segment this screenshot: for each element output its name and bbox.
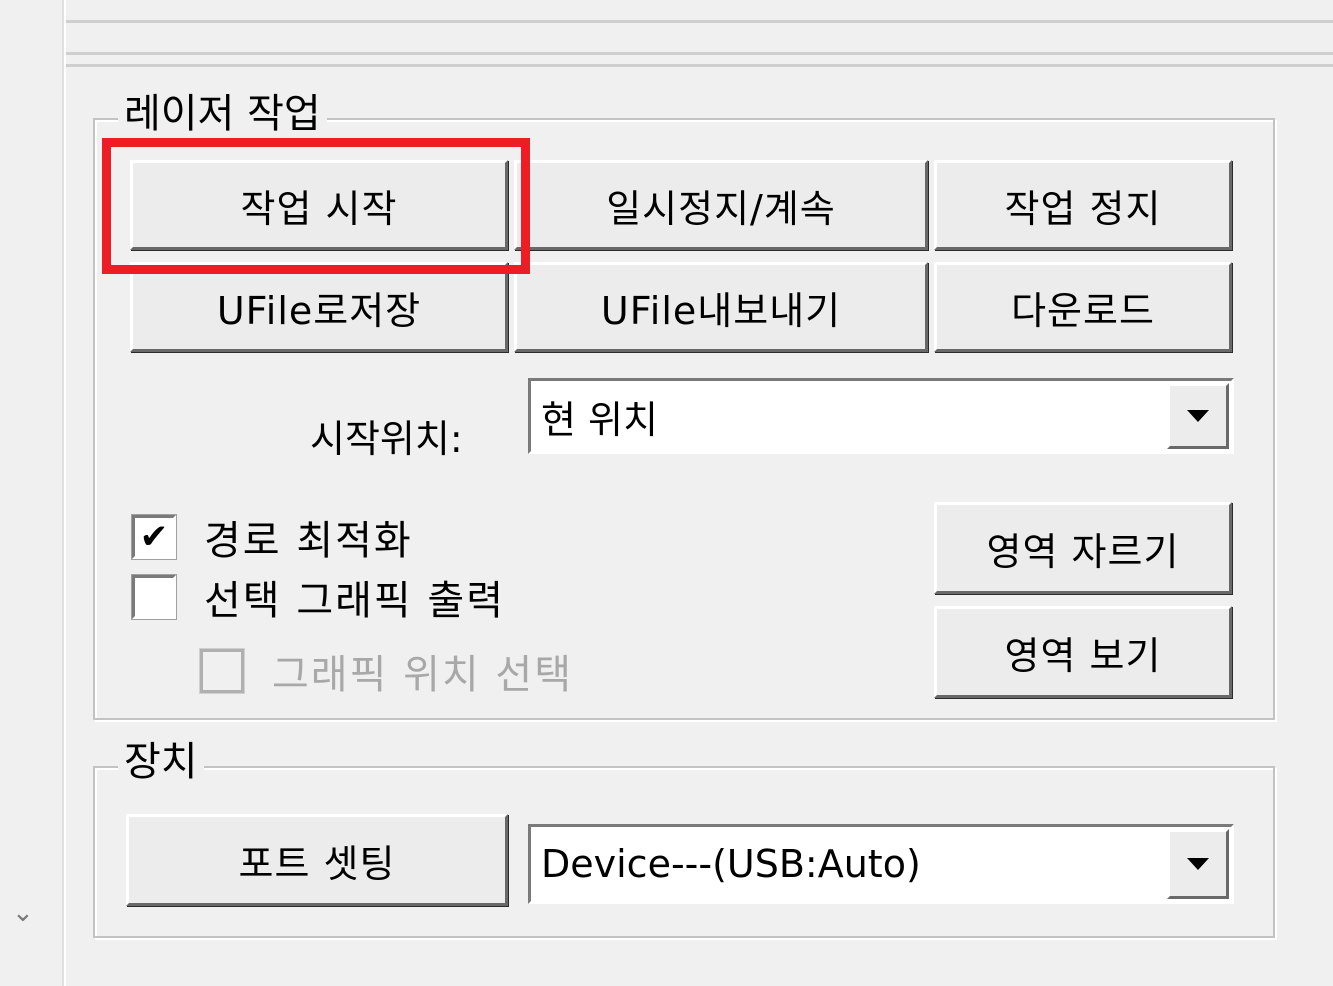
device-group-title: 장치	[118, 740, 204, 784]
dropdown-arrow-button[interactable]	[1167, 829, 1229, 899]
chevron-down-icon[interactable]: ⌄	[12, 898, 34, 928]
dropdown-arrow-button[interactable]	[1167, 383, 1229, 449]
optimize-path-option[interactable]: ✔ 경로 최적화	[131, 508, 413, 566]
output-selected-option[interactable]: 선택 그래픽 출력	[131, 568, 506, 626]
divider	[66, 20, 1333, 23]
output-selected-label: 선택 그래픽 출력	[204, 578, 506, 624]
divider	[66, 52, 1333, 55]
export-ufile-button[interactable]: UFile내보내기	[514, 262, 928, 352]
output-selected-checkbox[interactable]	[131, 574, 177, 620]
laser-job-group-title: 레이저 작업	[118, 92, 327, 136]
device-select-value: Device---(USB:Auto)	[541, 842, 921, 886]
chevron-down-icon	[1187, 410, 1209, 422]
optimize-path-checkbox[interactable]: ✔	[131, 514, 177, 560]
divider	[66, 64, 1333, 67]
download-button[interactable]: 다운로드	[934, 262, 1232, 352]
stop-job-button[interactable]: 작업 정지	[934, 160, 1232, 250]
left-strip: ⌄	[0, 0, 64, 986]
save-ufile-button[interactable]: UFile로저장	[130, 262, 508, 352]
optimize-path-label: 경로 최적화	[204, 518, 413, 564]
graphic-position-option: 그래픽 위치 선택	[199, 642, 574, 700]
port-settings-button[interactable]: 포트 셋팅	[126, 814, 508, 906]
device-select[interactable]: Device---(USB:Auto)	[528, 824, 1234, 904]
start-position-value: 현 위치	[541, 397, 658, 442]
view-area-button[interactable]: 영역 보기	[934, 606, 1232, 698]
graphic-position-checkbox	[199, 648, 245, 694]
laser-panel: 레이저 작업 작업 시작 일시정지/계속 작업 정지 UFile로저장 UFil…	[66, 0, 1333, 986]
highlight-box	[102, 138, 530, 274]
start-position-label: 시작위치:	[310, 417, 463, 461]
crop-area-button[interactable]: 영역 자르기	[934, 502, 1232, 594]
start-position-select[interactable]: 현 위치	[528, 378, 1234, 454]
chevron-down-icon	[1187, 858, 1209, 870]
graphic-position-label: 그래픽 위치 선택	[272, 652, 574, 698]
pause-resume-button[interactable]: 일시정지/계속	[514, 160, 928, 250]
